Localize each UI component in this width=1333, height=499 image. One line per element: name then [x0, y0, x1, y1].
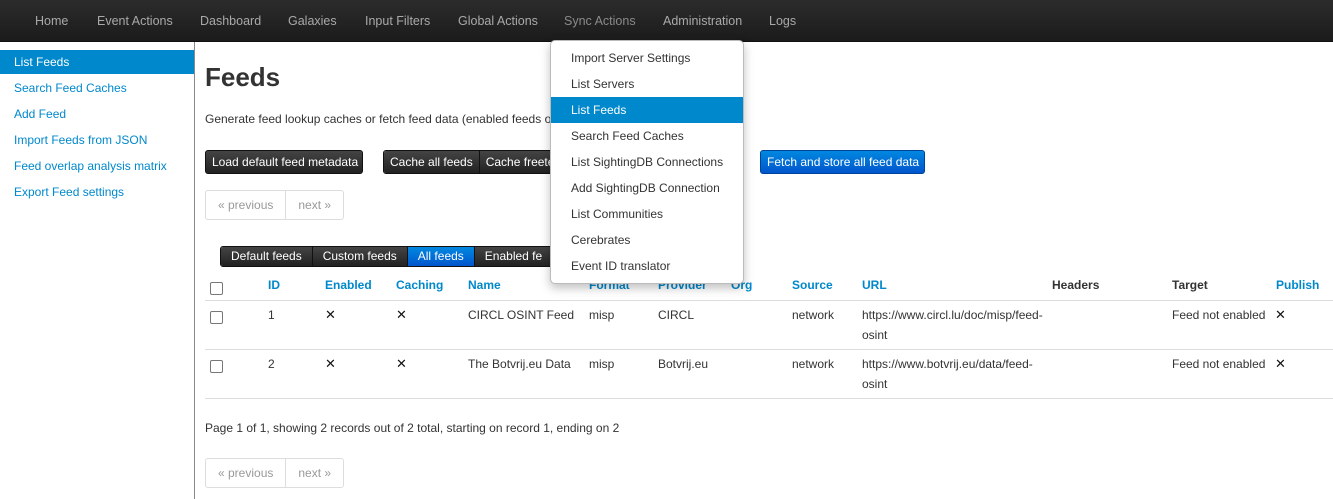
cache-freetext-button[interactable]: Cache freete: [479, 151, 561, 173]
row-provider: CIRCL: [658, 308, 695, 322]
cross-icon[interactable]: ✕: [1275, 354, 1286, 374]
cross-icon[interactable]: ✕: [396, 354, 407, 374]
menu-list-communities[interactable]: List Communities: [551, 201, 743, 227]
sidebar-item-import-feeds-json[interactable]: Import Feeds from JSON: [0, 128, 194, 152]
page-description: Generate feed lookup caches or fetch fee…: [205, 112, 552, 126]
nav-event-actions[interactable]: Event Actions: [97, 0, 173, 42]
previous-page-button[interactable]: « previous: [206, 191, 287, 219]
menu-list-feeds[interactable]: List Feeds: [551, 97, 743, 123]
col-target: Target: [1172, 278, 1208, 292]
nav-galaxies[interactable]: Galaxies: [288, 0, 337, 42]
row-checkbox[interactable]: [210, 311, 223, 324]
previous-page-button[interactable]: « previous: [206, 459, 287, 487]
col-publish[interactable]: Publish: [1276, 278, 1319, 292]
top-navbar: Home Event Actions Dashboard Galaxies In…: [0, 0, 1333, 42]
fetch-store-all-feeds-button[interactable]: Fetch and store all feed data: [760, 150, 925, 174]
row-divider: [205, 300, 1333, 301]
sidebar: List Feeds Search Feed Caches Add Feed I…: [0, 42, 195, 499]
sidebar-item-add-feed[interactable]: Add Feed: [0, 102, 194, 126]
menu-import-server-settings[interactable]: Import Server Settings: [551, 45, 743, 71]
row-target: Feed not enabled: [1172, 357, 1266, 371]
nav-sync-actions[interactable]: Sync Actions: [564, 0, 636, 42]
row-name: CIRCL OSINT Feed: [468, 308, 575, 322]
nav-global-actions[interactable]: Global Actions: [458, 0, 538, 42]
page-title: Feeds: [205, 62, 281, 92]
col-headers: Headers: [1052, 278, 1100, 292]
row-url: https://www.circl.lu/doc/misp/feed-osint: [862, 308, 1043, 342]
cache-all-feeds-button[interactable]: Cache all feeds: [384, 151, 480, 173]
col-name[interactable]: Name: [468, 278, 501, 292]
cross-icon[interactable]: ✕: [325, 305, 336, 325]
menu-list-sightingdb[interactable]: List SightingDB Connections: [551, 149, 743, 175]
row-format: misp: [589, 308, 615, 322]
sidebar-item-search-feed-caches[interactable]: Search Feed Caches: [0, 76, 194, 100]
sidebar-item-list-feeds[interactable]: List Feeds: [0, 50, 194, 74]
row-id: 2: [268, 357, 275, 371]
row-checkbox[interactable]: [210, 360, 223, 373]
next-page-button[interactable]: next »: [286, 191, 343, 219]
cache-button-group: Cache all feeds Cache freete: [383, 150, 562, 174]
col-id[interactable]: ID: [268, 278, 280, 292]
menu-list-servers[interactable]: List Servers: [551, 71, 743, 97]
row-target: Feed not enabled: [1172, 308, 1266, 322]
nav-dashboard[interactable]: Dashboard: [200, 0, 261, 42]
nav-administration[interactable]: Administration: [663, 0, 742, 42]
row-name: The Botvrij.eu Data: [468, 357, 571, 371]
next-page-button[interactable]: next »: [286, 459, 343, 487]
sidebar-item-export-feed-settings[interactable]: Export Feed settings: [0, 180, 194, 204]
col-url[interactable]: URL: [862, 278, 887, 292]
feed-filter-group: Default feeds Custom feeds All feeds Ena…: [220, 246, 554, 267]
row-divider: [205, 349, 1333, 350]
menu-event-id-translator[interactable]: Event ID translator: [551, 253, 743, 279]
cross-icon[interactable]: ✕: [396, 305, 407, 325]
sidebar-item-feed-overlap-matrix[interactable]: Feed overlap analysis matrix: [0, 154, 194, 178]
select-all-checkbox[interactable]: [210, 282, 223, 295]
col-caching[interactable]: Caching: [396, 278, 443, 292]
filter-enabled-feeds[interactable]: Enabled fe: [474, 247, 553, 266]
row-source: network: [792, 308, 835, 322]
col-source[interactable]: Source: [792, 278, 833, 292]
pagination-top: « previous next »: [205, 190, 345, 220]
filter-default-feeds[interactable]: Default feeds: [221, 247, 313, 266]
pagination-bottom: « previous next »: [205, 458, 345, 488]
cross-icon[interactable]: ✕: [325, 354, 336, 374]
row-provider: Botvrij.eu: [658, 357, 709, 371]
menu-search-feed-caches[interactable]: Search Feed Caches: [551, 123, 743, 149]
filter-custom-feeds[interactable]: Custom feeds: [312, 247, 408, 266]
menu-cerebrates[interactable]: Cerebrates: [551, 227, 743, 253]
row-url: https://www.botvrij.eu/data/feed-osint: [862, 357, 1033, 391]
nav-home[interactable]: Home: [35, 0, 68, 42]
nav-input-filters[interactable]: Input Filters: [365, 0, 430, 42]
filter-all-feeds[interactable]: All feeds: [407, 247, 475, 266]
row-divider: [205, 398, 1333, 399]
sync-actions-dropdown: Import Server Settings List Servers List…: [550, 40, 744, 284]
cross-icon[interactable]: ✕: [1275, 305, 1286, 325]
load-default-feed-metadata-button[interactable]: Load default feed metadata: [205, 150, 363, 174]
row-id: 1: [268, 308, 275, 322]
row-source: network: [792, 357, 835, 371]
menu-add-sightingdb[interactable]: Add SightingDB Connection: [551, 175, 743, 201]
pagination-summary: Page 1 of 1, showing 2 records out of 2 …: [205, 421, 620, 435]
row-format: misp: [589, 357, 615, 371]
nav-logs[interactable]: Logs: [769, 0, 796, 42]
col-enabled[interactable]: Enabled: [325, 278, 372, 292]
